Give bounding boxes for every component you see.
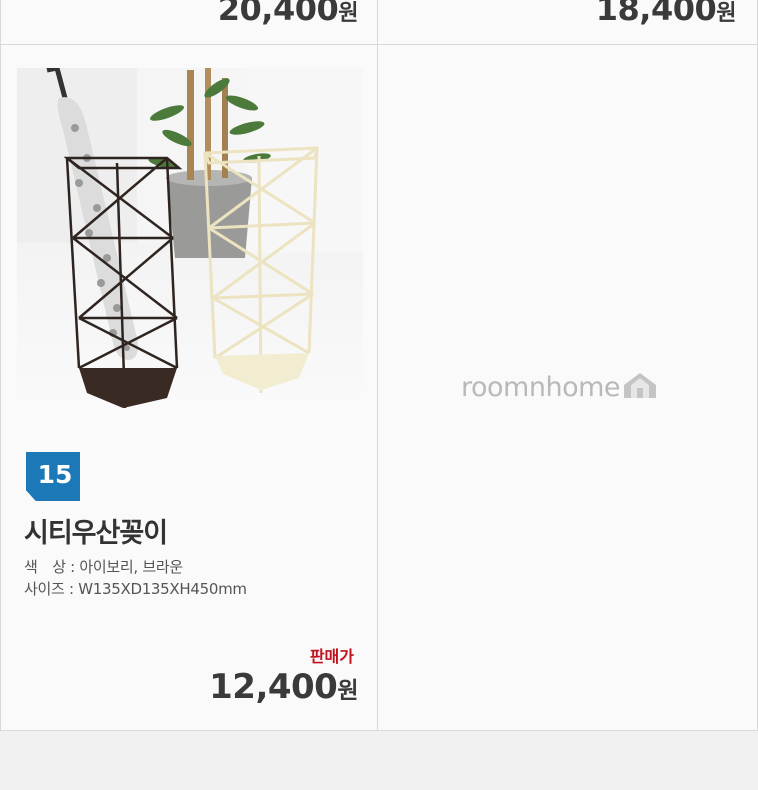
house-icon [622, 371, 658, 403]
logo-text: roomnhome [461, 372, 621, 403]
product-price-value: 12,400 [209, 667, 338, 707]
product-price: 12,400원 [209, 667, 358, 707]
roomnhome-logo: roomnhome [461, 372, 658, 403]
top-left-price: 20,400원 [217, 0, 359, 28]
product-size-spec: 사이즈 : W135XD135XH450mm [24, 578, 247, 599]
sale-price-label: 판매가 [309, 647, 354, 666]
grid-row-divider [0, 44, 758, 45]
product-number: 15 [37, 460, 73, 489]
product-number-badge: 15 [26, 452, 80, 501]
color-label: 색 상 : [24, 558, 80, 576]
product-image[interactable] [17, 68, 363, 434]
top-right-price: 18,400원 [595, 0, 737, 28]
top-left-currency: 원 [338, 1, 358, 26]
size-label: 사이즈 : [24, 580, 79, 598]
color-value: 아이보리, 브라운 [79, 558, 183, 576]
top-left-price-value: 20,400 [217, 0, 339, 28]
size-value: W135XD135XH450mm [78, 580, 247, 598]
product-title[interactable]: 시티우산꽂이 [24, 511, 168, 550]
top-right-price-value: 18,400 [595, 0, 717, 28]
umbrella-stand-photo [17, 68, 363, 434]
product-color-spec: 색 상 : 아이보리, 브라운 [24, 556, 183, 577]
grid-left-border [0, 0, 1, 731]
product-grid: 20,400원 18,400원 15 시티우산꽂이 색 상: 아이보리, 브라… [0, 0, 758, 731]
grid-column-divider [377, 0, 378, 731]
top-right-currency: 원 [716, 1, 736, 26]
product-price-currency: 원 [337, 678, 358, 704]
